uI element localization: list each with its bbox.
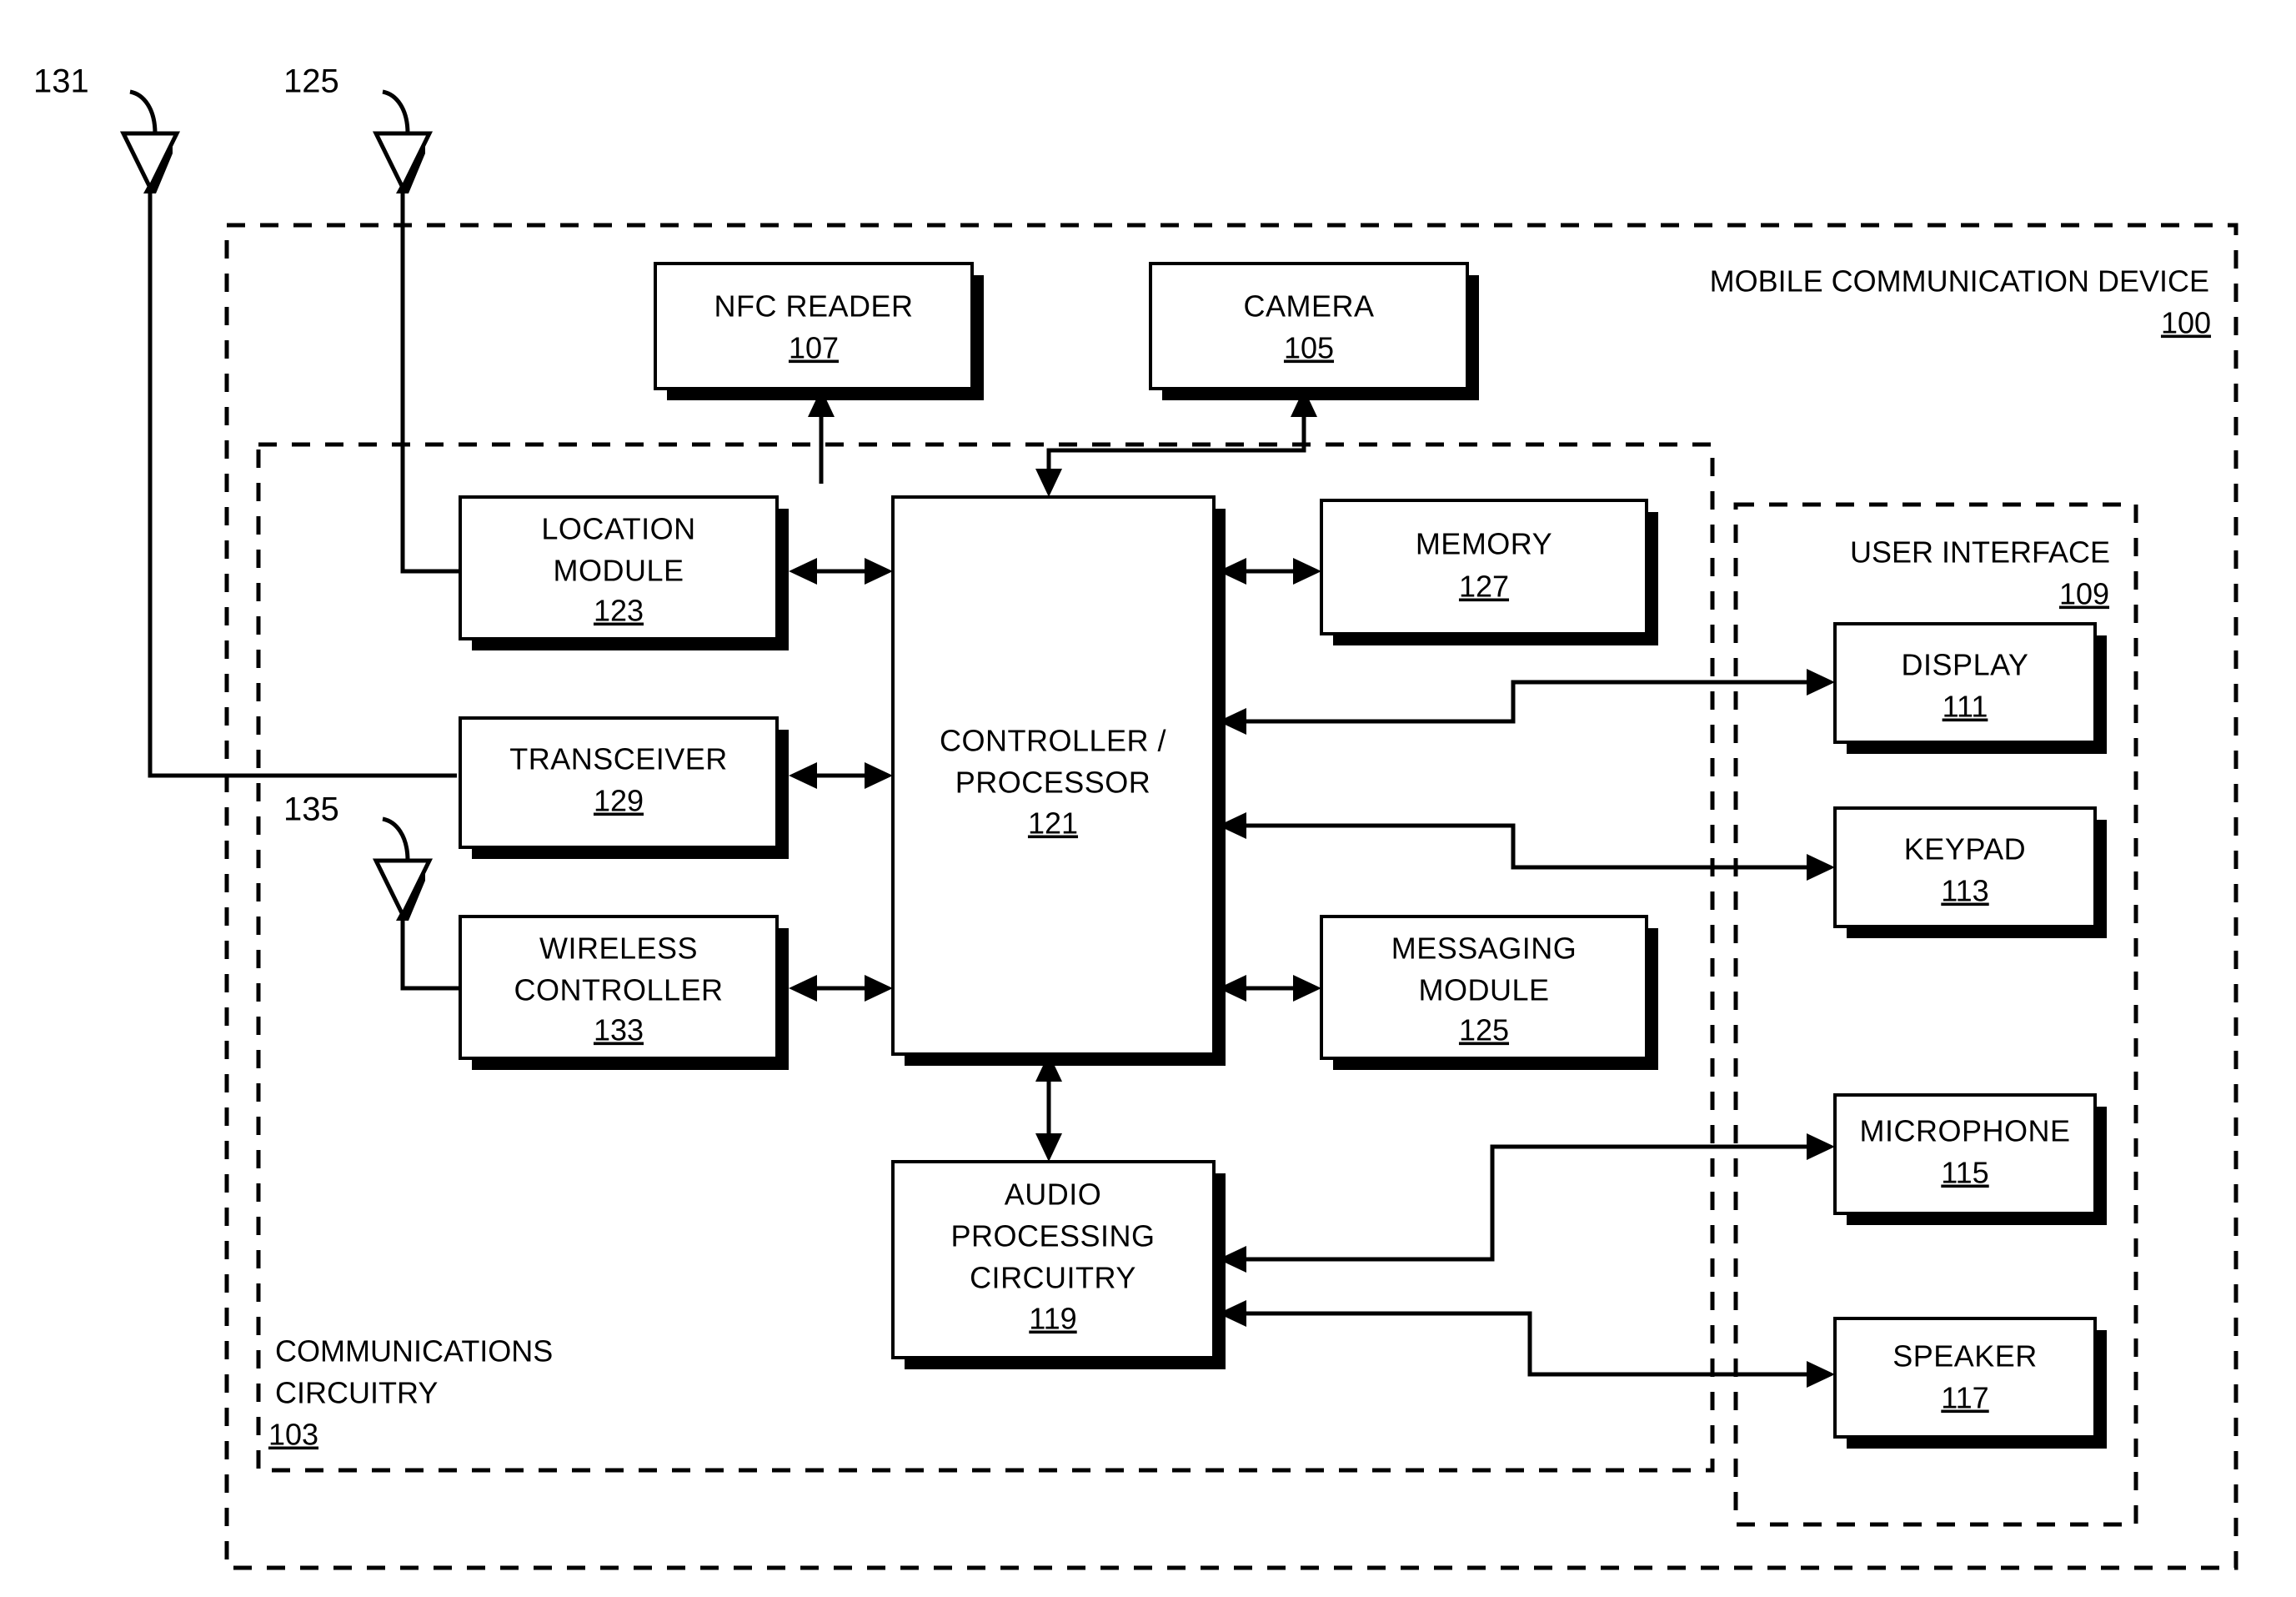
block-microphone-ref: 115	[1941, 1156, 1988, 1190]
block-location-module-ref: 123	[594, 594, 644, 628]
block-keypad-face	[1833, 806, 2097, 928]
label-communications-circuitry-line1: COMMUNICATIONS	[275, 1334, 553, 1368]
block-speaker-label-1: SPEAKER	[1892, 1339, 2038, 1374]
label-user-interface-text: USER INTERFACE	[1850, 535, 2110, 570]
block-memory-label-1: MEMORY	[1416, 527, 1552, 561]
block-camera[interactable]: CAMERA 105	[1149, 262, 1479, 400]
block-controller-processor-label-2: PROCESSOR	[955, 766, 1151, 800]
block-memory-face	[1320, 499, 1648, 635]
block-display-label-1: DISPLAY	[1902, 648, 2029, 682]
block-location-module[interactable]: LOCATION MODULE 123	[459, 495, 789, 650]
block-messaging-module[interactable]: MESSAGING MODULE 125	[1320, 915, 1658, 1070]
block-transceiver[interactable]: TRANSCEIVER 129	[459, 716, 789, 859]
antenna-125-ref: 125	[283, 63, 339, 100]
block-location-module-label-1: LOCATION	[541, 512, 695, 546]
block-speaker-face	[1833, 1317, 2097, 1439]
block-memory-ref: 127	[1459, 570, 1509, 604]
block-audio-processing-label-2: PROCESSING	[950, 1219, 1155, 1253]
block-display[interactable]: DISPLAY 111	[1833, 622, 2107, 754]
block-wireless-controller-label-1: WIRELESS	[539, 932, 698, 966]
block-transceiver-label-1: TRANSCEIVER	[509, 742, 728, 776]
block-keypad[interactable]: KEYPAD 113	[1833, 806, 2107, 938]
block-nfc-reader-ref: 107	[789, 331, 839, 365]
block-display-ref: 111	[1943, 690, 1988, 724]
antenna-135-ref: 135	[283, 791, 339, 828]
block-nfc-reader-face	[654, 262, 974, 390]
block-messaging-module-label-1: MESSAGING	[1391, 932, 1577, 966]
label-communications-circuitry-ref: 103	[268, 1418, 318, 1452]
block-keypad-ref: 113	[1941, 874, 1988, 908]
label-mobile-communication-device-ref: 100	[2161, 306, 2211, 340]
block-audio-processing-circuitry[interactable]: AUDIO PROCESSING CIRCUITRY 119	[891, 1160, 1226, 1369]
block-microphone-label-1: MICROPHONE	[1859, 1114, 2070, 1148]
block-nfc-reader[interactable]: NFC READER 107	[654, 262, 984, 400]
block-camera-label-1: CAMERA	[1243, 289, 1374, 324]
block-location-module-label-2: MODULE	[553, 554, 684, 588]
block-transceiver-ref: 129	[594, 784, 644, 818]
block-nfc-reader-label-1: NFC READER	[714, 289, 913, 324]
block-keypad-label-1: KEYPAD	[1904, 832, 2026, 866]
block-microphone-face	[1833, 1093, 2097, 1215]
block-controller-processor[interactable]: CONTROLLER / PROCESSOR 121	[891, 495, 1226, 1066]
block-wireless-controller-ref: 133	[594, 1013, 644, 1047]
block-transceiver-face	[459, 716, 779, 849]
block-microphone[interactable]: MICROPHONE 115	[1833, 1093, 2107, 1225]
block-audio-processing-label-3: CIRCUITRY	[970, 1261, 1136, 1295]
block-speaker[interactable]: SPEAKER 117	[1833, 1317, 2107, 1449]
patent-figure: 131 125 135 NFC READER 107 CAMERA 105 LO…	[0, 0, 2296, 1597]
label-mobile-communication-device-text: MOBILE COMMUNICATION DEVICE	[1710, 264, 2209, 299]
antenna-131-ref: 131	[33, 63, 89, 100]
block-messaging-module-label-2: MODULE	[1418, 973, 1549, 1007]
block-audio-processing-ref: 119	[1029, 1302, 1076, 1336]
block-audio-processing-label-1: AUDIO	[1005, 1178, 1102, 1212]
block-controller-processor-label-1: CONTROLLER /	[940, 724, 1166, 758]
block-wireless-controller[interactable]: WIRELESS CONTROLLER 133	[459, 915, 789, 1070]
block-controller-processor-ref: 121	[1028, 806, 1078, 841]
label-communications-circuitry-line2: CIRCUITRY	[275, 1376, 438, 1410]
block-camera-face	[1149, 262, 1469, 390]
block-memory[interactable]: MEMORY 127	[1320, 499, 1658, 645]
block-wireless-controller-label-2: CONTROLLER	[514, 973, 723, 1007]
block-speaker-ref: 117	[1941, 1381, 1988, 1415]
block-messaging-module-ref: 125	[1459, 1013, 1509, 1047]
block-display-face	[1833, 622, 2097, 744]
label-user-interface-ref: 109	[2059, 577, 2109, 611]
block-camera-ref: 105	[1284, 331, 1334, 365]
